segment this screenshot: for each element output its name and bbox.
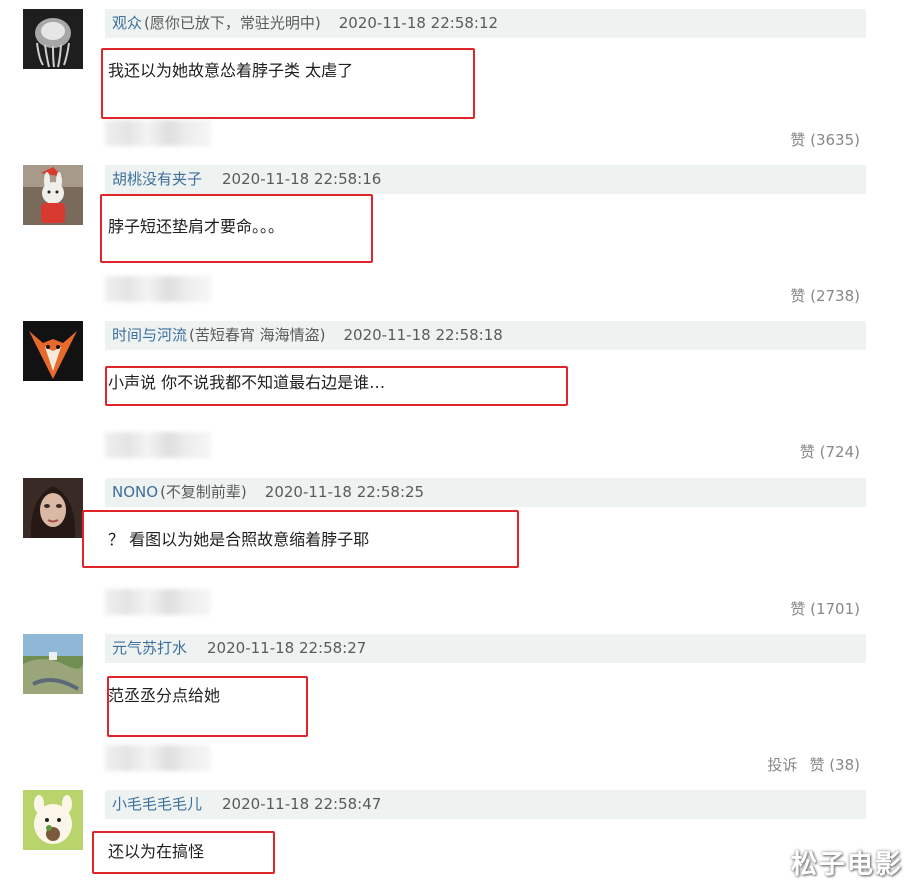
blurred-meta [105, 276, 211, 302]
comment-timestamp: 2020-11-18 22:58:27 [207, 639, 367, 657]
landscape-avatar-icon [23, 634, 83, 694]
comment-actions: 赞 (3635) [790, 129, 860, 150]
comment-user-tag: (愿你已放下，常驻光明中) [144, 14, 321, 32]
jellyfish-avatar-icon [23, 9, 83, 69]
like-button[interactable]: 赞 (38) [809, 756, 860, 774]
fox-avatar-icon [23, 321, 83, 381]
highlight-box [100, 194, 373, 263]
comment-item: 小毛毛毛毛儿 2020-11-18 22:58:47 还以为在搞怪 [0, 784, 917, 891]
comment-item: 时间与河流 (苦短春宵 海海情盗) 2020-11-18 22:58:18 小声说 … [0, 315, 917, 471]
comment-timestamp: 2020-11-18 22:58:47 [222, 795, 382, 813]
avatar[interactable] [23, 321, 83, 381]
like-button[interactable]: 赞 (3635) [790, 131, 860, 149]
comment-actions: 赞 (2738) [790, 285, 860, 306]
avatar[interactable] [23, 165, 83, 225]
comment-user-tag: (苦短春宵 海海情盗) [189, 326, 326, 344]
rabbit-santa-avatar-icon [23, 165, 83, 225]
comment-username[interactable]: 小毛毛毛毛儿 [112, 795, 202, 813]
highlight-box [82, 510, 519, 568]
comment-header: 时间与河流 (苦短春宵 海海情盗) 2020-11-18 22:58:18 [105, 321, 866, 350]
blurred-meta [105, 120, 211, 146]
comment-item: NONO (不复制前辈) 2020-11-18 22:58:25 ？ 看图以为她是合… [0, 472, 917, 628]
comment-actions: 投诉赞 (38) [767, 754, 860, 775]
avatar[interactable] [23, 478, 83, 538]
comment-header: 胡桃没有夹子 2020-11-18 22:58:16 [105, 165, 866, 194]
like-button[interactable]: 赞 (1701) [790, 600, 860, 618]
comment-username[interactable]: 时间与河流 [112, 326, 187, 344]
comment-timestamp: 2020-11-18 22:58:16 [222, 170, 382, 188]
comment-username[interactable]: 观众 [112, 14, 142, 32]
alpaca-avatar-icon [23, 790, 83, 850]
avatar[interactable] [23, 9, 83, 69]
comment-header: 小毛毛毛毛儿 2020-11-18 22:58:47 [105, 790, 866, 819]
comment-item: 元气苏打水 2020-11-18 22:58:27 范丞丞分点给她 投诉赞 (38… [0, 628, 917, 784]
avatar[interactable] [23, 634, 83, 694]
like-button[interactable]: 赞 (724) [800, 443, 860, 461]
comment-actions: 赞 (1701) [790, 598, 860, 619]
comment-header: 元气苏打水 2020-11-18 22:58:27 [105, 634, 866, 663]
highlight-box [105, 366, 568, 406]
highlight-box [107, 676, 308, 737]
comment-username[interactable]: 胡桃没有夹子 [112, 170, 202, 188]
blurred-meta [105, 432, 211, 458]
avatar[interactable] [23, 790, 83, 850]
comment-header: NONO (不复制前辈) 2020-11-18 22:58:25 [105, 478, 866, 507]
woman-portrait-avatar-icon [23, 478, 83, 538]
comment-user-tag: (不复制前辈) [160, 483, 247, 501]
comment-header: 观众 (愿你已放下，常驻光明中) 2020-11-18 22:58:12 [105, 9, 866, 38]
blurred-meta [105, 589, 211, 615]
comment-actions: 赞 (724) [800, 441, 860, 462]
highlight-box [92, 831, 275, 874]
comment-item: 观众 (愿你已放下，常驻光明中) 2020-11-18 22:58:12 我还以为她… [0, 3, 917, 159]
comment-timestamp: 2020-11-18 22:58:25 [264, 483, 425, 501]
comment-item: 胡桃没有夹子 2020-11-18 22:58:16 脖子短还垫肩才要命。。。 赞… [0, 159, 917, 315]
like-button[interactable]: 赞 (2738) [790, 287, 860, 305]
watermark-text: 松子电影 [790, 850, 903, 880]
highlight-box [101, 48, 475, 119]
comment-username[interactable]: NONO [112, 483, 158, 501]
blurred-meta [105, 745, 211, 771]
comment-username[interactable]: 元气苏打水 [112, 639, 187, 657]
comment-timestamp: 2020-11-18 22:58:12 [338, 14, 499, 32]
report-button[interactable]: 投诉 [767, 756, 797, 774]
comment-timestamp: 2020-11-18 22:58:18 [343, 326, 503, 344]
